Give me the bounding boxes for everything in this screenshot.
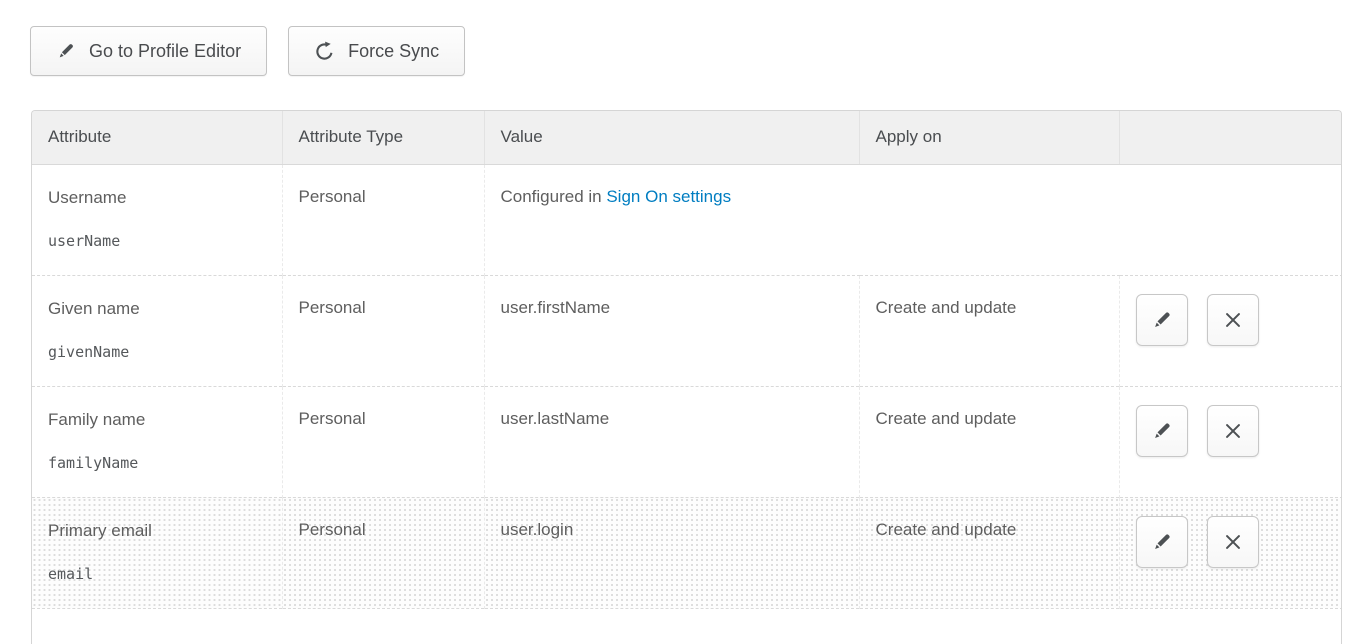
attribute-variable: email bbox=[48, 565, 266, 583]
pencil-icon bbox=[56, 41, 76, 61]
value-prefix: Configured in bbox=[501, 187, 607, 206]
apply-on-cell: Create and update bbox=[859, 386, 1119, 497]
attribute-label: Primary email bbox=[48, 520, 266, 542]
toolbar: Go to Profile Editor Force Sync bbox=[30, 26, 465, 76]
attribute-cell: Family name familyName bbox=[32, 386, 282, 497]
force-sync-label: Force Sync bbox=[348, 41, 439, 62]
pencil-icon bbox=[1151, 420, 1173, 442]
apply-on-cell: Create and update bbox=[859, 275, 1119, 386]
attribute-type-cell: Personal bbox=[282, 164, 484, 275]
header-value: Value bbox=[484, 111, 859, 164]
value-cell: user.lastName bbox=[484, 386, 859, 497]
force-sync-button[interactable]: Force Sync bbox=[288, 26, 465, 76]
sign-on-settings-link[interactable]: Sign On settings bbox=[606, 187, 731, 206]
header-attribute: Attribute bbox=[32, 111, 282, 164]
value-cell: Configured in Sign On settings bbox=[484, 164, 1342, 275]
table-row-username: Username userName Personal Configured in… bbox=[32, 164, 1342, 275]
go-to-profile-editor-label: Go to Profile Editor bbox=[89, 41, 241, 62]
attribute-mappings-table: Attribute Attribute Type Value Apply on … bbox=[31, 110, 1342, 644]
apply-on-cell: Create and update bbox=[859, 497, 1119, 608]
attribute-type-cell: Personal bbox=[282, 275, 484, 386]
header-attribute-type: Attribute Type bbox=[282, 111, 484, 164]
edit-attribute-button[interactable] bbox=[1136, 516, 1188, 568]
value-cell: user.firstName bbox=[484, 275, 859, 386]
edit-attribute-button[interactable] bbox=[1136, 294, 1188, 346]
table-row-given-name: Given name givenName Personal user.first… bbox=[32, 275, 1342, 386]
pencil-icon bbox=[1151, 309, 1173, 331]
attribute-variable: userName bbox=[48, 232, 266, 250]
attribute-cell: Primary email email bbox=[32, 497, 282, 608]
attribute-label: Family name bbox=[48, 409, 266, 431]
value-cell: user.login bbox=[484, 497, 859, 608]
attribute-mappings-page: Go to Profile Editor Force Sync Att bbox=[0, 0, 1370, 644]
header-apply-on: Apply on bbox=[859, 111, 1119, 164]
attribute-type-cell: Personal bbox=[282, 386, 484, 497]
header-actions bbox=[1119, 111, 1342, 164]
attribute-type-cell: Personal bbox=[282, 497, 484, 608]
attribute-label: Username bbox=[48, 187, 266, 209]
refresh-icon bbox=[314, 41, 335, 62]
go-to-profile-editor-button[interactable]: Go to Profile Editor bbox=[30, 26, 267, 76]
edit-attribute-button[interactable] bbox=[1136, 405, 1188, 457]
x-icon bbox=[1222, 420, 1244, 442]
partial-row-cell bbox=[32, 608, 1342, 644]
table-row-partial bbox=[32, 608, 1342, 644]
delete-attribute-button[interactable] bbox=[1207, 294, 1259, 346]
actions-cell bbox=[1119, 497, 1342, 608]
attribute-variable: familyName bbox=[48, 454, 266, 472]
delete-attribute-button[interactable] bbox=[1207, 405, 1259, 457]
table-header: Attribute Attribute Type Value Apply on bbox=[32, 111, 1342, 164]
delete-attribute-button[interactable] bbox=[1207, 516, 1259, 568]
attribute-cell: Given name givenName bbox=[32, 275, 282, 386]
pencil-icon bbox=[1151, 531, 1173, 553]
actions-cell bbox=[1119, 386, 1342, 497]
table-row-primary-email: Primary email email Personal user.login … bbox=[32, 497, 1342, 608]
attribute-label: Given name bbox=[48, 298, 266, 320]
table-row-family-name: Family name familyName Personal user.las… bbox=[32, 386, 1342, 497]
x-icon bbox=[1222, 309, 1244, 331]
x-icon bbox=[1222, 531, 1244, 553]
attribute-variable: givenName bbox=[48, 343, 266, 361]
attribute-cell: Username userName bbox=[32, 164, 282, 275]
actions-cell bbox=[1119, 275, 1342, 386]
